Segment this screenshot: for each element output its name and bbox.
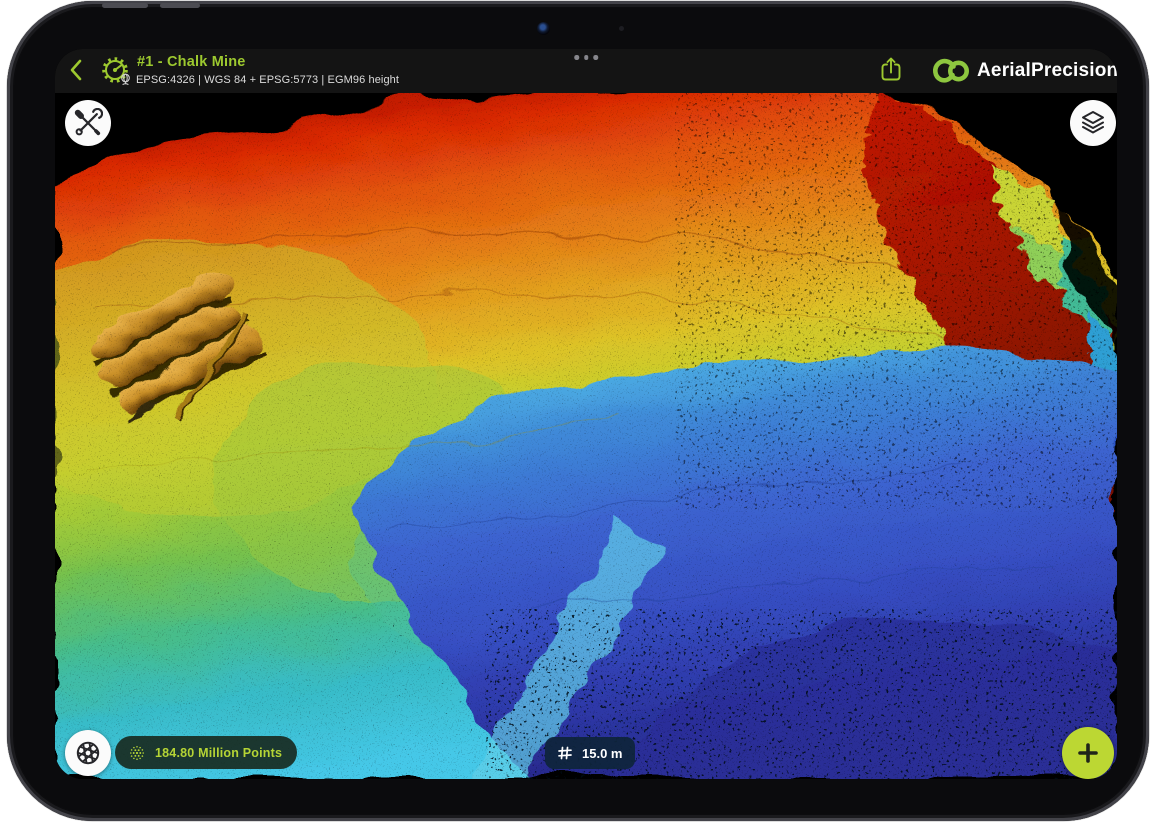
plus-icon bbox=[1076, 741, 1100, 765]
volume-down-button bbox=[160, 3, 200, 8]
page: #1 - Chalk Mine EPSG:4326 | WGS 84 + EPS… bbox=[0, 0, 1156, 824]
grid-icon bbox=[555, 743, 575, 763]
point-count-badge: 184.80 Million Points bbox=[115, 736, 297, 769]
shutter-icon bbox=[73, 738, 103, 768]
capture-button[interactable] bbox=[65, 730, 111, 776]
back-button[interactable] bbox=[69, 59, 85, 83]
volume-up-button bbox=[102, 3, 148, 8]
tools-button[interactable] bbox=[65, 100, 111, 146]
crs-label: EPSG:4326 | WGS 84 + EPSG:5773 | EGM96 h… bbox=[136, 74, 399, 86]
brand-logo: AerialPrecision bbox=[927, 56, 1117, 86]
infinity-loops-icon bbox=[927, 56, 971, 86]
brand-name: AerialPrecision bbox=[977, 60, 1117, 82]
grid-scale-label: 15.0 m bbox=[582, 746, 622, 761]
share-icon bbox=[879, 56, 903, 83]
layers-button[interactable] bbox=[1070, 100, 1116, 146]
chevron-left-icon bbox=[69, 59, 83, 81]
front-camera bbox=[537, 22, 550, 35]
globe-icon bbox=[119, 73, 132, 86]
tablet-screen: #1 - Chalk Mine EPSG:4326 | WGS 84 + EPS… bbox=[55, 49, 1117, 779]
point-count-label: 184.80 Million Points bbox=[155, 746, 282, 760]
crs-info-row: EPSG:4326 | WGS 84 + EPSG:5773 | EGM96 h… bbox=[119, 73, 399, 86]
tablet-frame: #1 - Chalk Mine EPSG:4326 | WGS 84 + EPS… bbox=[7, 1, 1149, 821]
project-title: #1 - Chalk Mine bbox=[137, 54, 246, 70]
grid-scale-badge[interactable]: 15.0 m bbox=[545, 737, 635, 769]
multitasking-dots[interactable] bbox=[574, 55, 598, 60]
point-cloud-viewport[interactable] bbox=[55, 49, 1117, 779]
layers-icon bbox=[1078, 108, 1108, 138]
light-sensor bbox=[619, 26, 624, 31]
share-button[interactable] bbox=[879, 56, 903, 83]
crossed-tools-icon bbox=[73, 108, 103, 138]
dotted-cloud-icon bbox=[126, 742, 148, 764]
add-button[interactable] bbox=[1062, 727, 1114, 779]
